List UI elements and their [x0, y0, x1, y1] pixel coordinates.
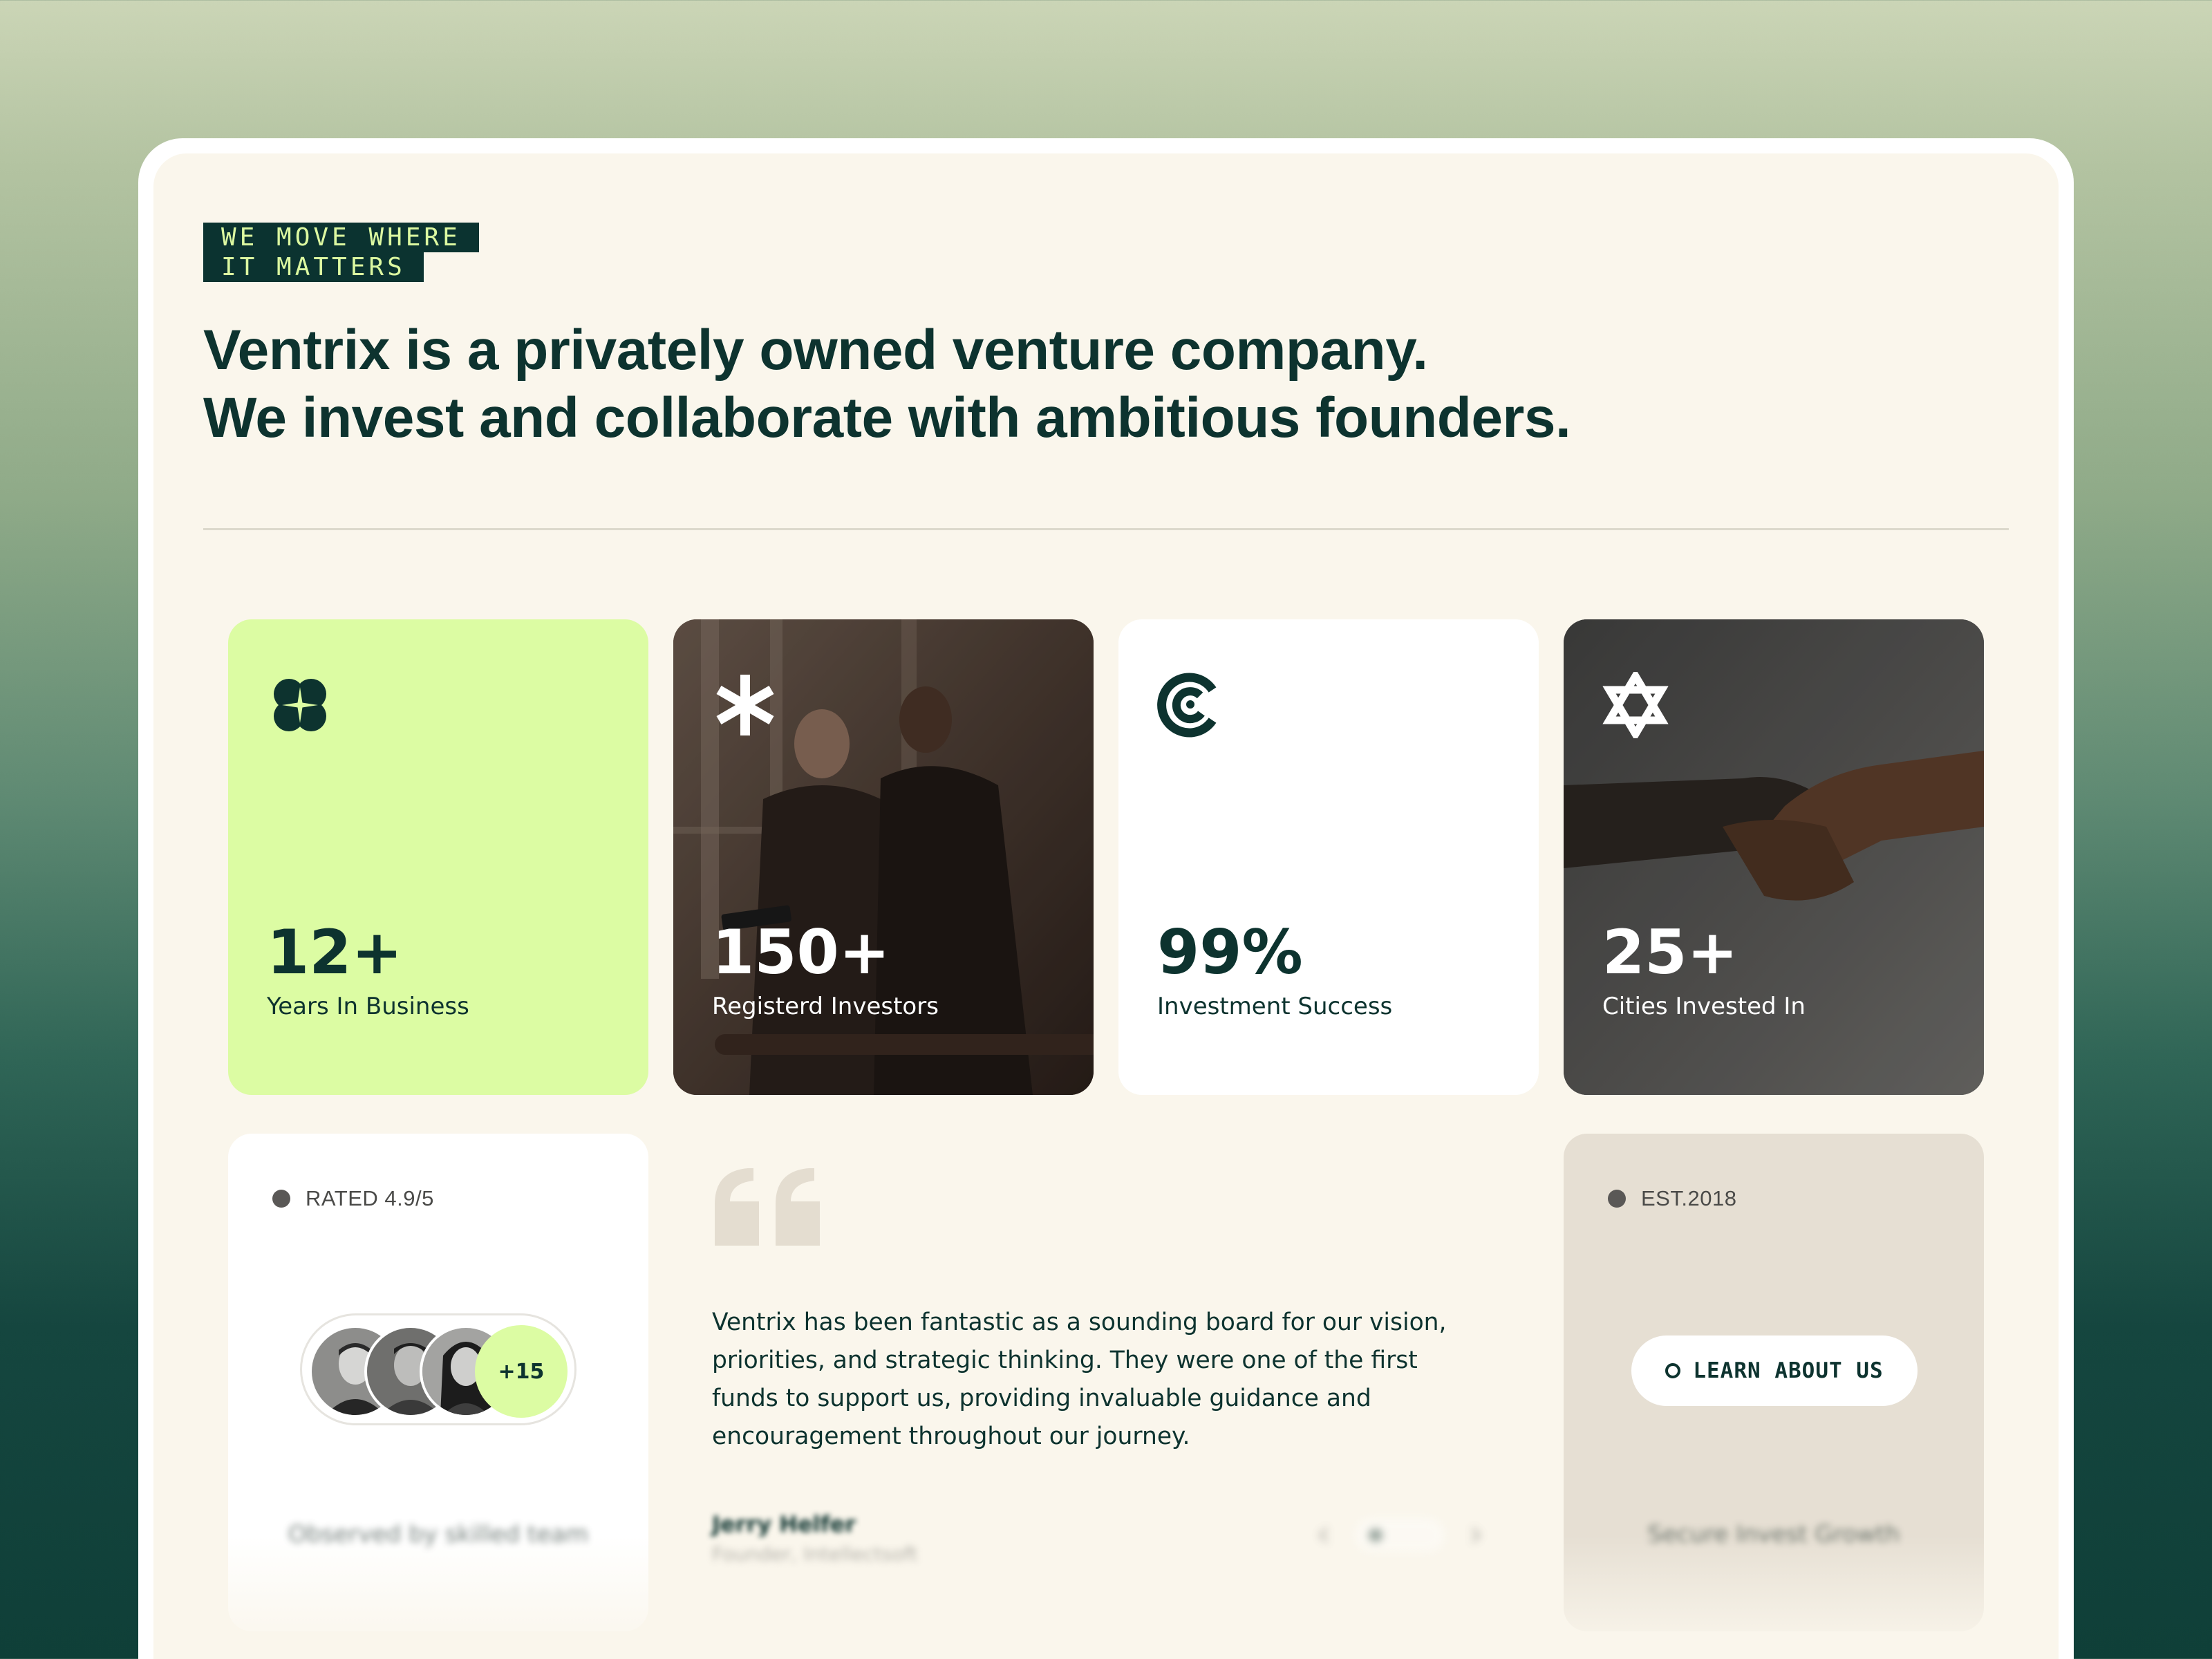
clover-icon — [274, 679, 326, 731]
stat-label: Years In Business — [267, 993, 469, 1020]
stat-label: Registerd Investors — [712, 993, 939, 1020]
tag-line-1: WE MOVE WHERE — [203, 223, 479, 252]
rating-card: RATED 4.9/5 +15 Observed by skilled team — [228, 1134, 648, 1631]
stat-value: 12+ — [267, 917, 403, 988]
tag-line-2: IT MATTERS — [203, 252, 424, 282]
stat-label: Cities Invested In — [1602, 993, 1806, 1020]
divider — [203, 528, 2009, 530]
about-caption: Secure Invest Growth — [1647, 1521, 1900, 1548]
headline-line-2: We invest and collaborate with ambitious… — [203, 386, 1571, 449]
spiral-icon — [1157, 673, 1217, 738]
stat-value: 25+ — [1602, 917, 1738, 988]
page-headline: Ventrix is a privately owned venture com… — [203, 317, 1862, 452]
circle-icon — [1665, 1363, 1681, 1378]
headline-line-1: Ventrix is a privately owned venture com… — [203, 319, 1428, 382]
about-section: WE MOVE WHERE IT MATTERS Ventrix is a pr… — [153, 153, 2059, 1659]
est-badge: EST.2018 — [1608, 1186, 1736, 1211]
asterisk-icon — [716, 675, 774, 735]
stat-card-cities: 25+ Cities Invested In — [1564, 619, 1984, 1095]
about-card: EST.2018 LEARN ABOUT US Secure Invest Gr… — [1564, 1134, 1984, 1631]
rating-caption: Observed by skilled team — [288, 1521, 589, 1548]
rating-badge: RATED 4.9/5 — [272, 1186, 434, 1211]
stat-value: 99% — [1157, 917, 1303, 988]
est-text: EST.2018 — [1641, 1186, 1737, 1210]
testimonial-quote: Ventrix has been fantastic as a sounding… — [712, 1309, 1447, 1450]
testimonial-pager[interactable] — [1306, 1511, 1500, 1559]
dot-icon — [1608, 1190, 1626, 1208]
section-tag: WE MOVE WHERE IT MATTERS — [203, 223, 479, 282]
learn-about-us-button[interactable]: LEARN ABOUT US — [1631, 1335, 1918, 1406]
rating-text: RATED 4.9/5 — [306, 1186, 434, 1210]
stat-label: Investment Success — [1157, 993, 1393, 1020]
testimonial-author-role: Founder, Intellectsoft — [712, 1543, 918, 1566]
learn-about-us-label: LEARN ABOUT US — [1693, 1358, 1884, 1383]
testimonial: Ventrix has been fantastic as a sounding… — [712, 1165, 1541, 1649]
stat-card-investors: 150+ Registerd Investors — [673, 619, 1094, 1095]
stat-card-success: 99% Investment Success — [1118, 619, 1539, 1095]
star-of-david-icon — [1602, 672, 1669, 738]
dot-icon — [272, 1190, 290, 1208]
stat-card-years: 12+ Years In Business — [228, 619, 648, 1095]
testimonial-author-name: Jerry Helfer — [712, 1511, 856, 1537]
avatar-group[interactable]: +15 — [300, 1313, 577, 1425]
more-members-count: +15 — [475, 1325, 568, 1418]
quote-icon — [715, 1168, 820, 1246]
stat-value: 150+ — [712, 917, 890, 988]
